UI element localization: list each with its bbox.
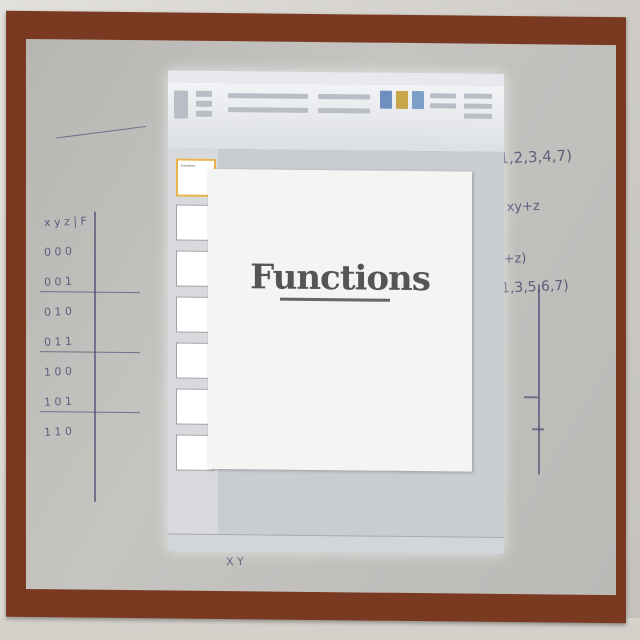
table-divider: [40, 291, 140, 294]
board-mark: [538, 284, 540, 475]
handwriting: x y z | F: [43, 214, 88, 230]
font-controls[interactable]: [228, 107, 308, 113]
status-bar: [168, 533, 504, 554]
handwriting: X Y: [225, 554, 245, 569]
slide-title: Functions: [250, 257, 430, 300]
thumbnail-title: Functions: [181, 163, 196, 168]
current-slide[interactable]: Functions: [208, 168, 472, 472]
handwriting: 0 0 0: [43, 244, 73, 259]
whiteboard: x y z | F 0 0 0 0 0 1 0 1 0 0 1 1 1 0 0 …: [26, 38, 616, 596]
table-divider: [94, 211, 96, 502]
table-divider: [40, 351, 140, 354]
find-button[interactable]: [464, 93, 492, 99]
paste-button[interactable]: [174, 90, 188, 119]
title-underline: [280, 297, 390, 302]
shape-outline-button[interactable]: [430, 103, 456, 109]
ribbon-button[interactable]: [196, 100, 212, 107]
handwriting: 0 1 0: [43, 304, 73, 319]
select-button[interactable]: [464, 113, 492, 119]
shape-fill-button[interactable]: [430, 93, 456, 99]
handwriting: 0 1 1: [43, 334, 73, 349]
board-mark: [524, 396, 538, 398]
whiteboard-frame: x y z | F 0 0 0 0 0 1 0 1 0 0 1 1 1 0 0 …: [6, 10, 626, 624]
replace-button[interactable]: [464, 103, 492, 109]
board-mark: [532, 428, 544, 430]
board-mark: [56, 125, 146, 139]
handwriting: 0 0 1: [43, 274, 73, 289]
quick-styles-button[interactable]: [412, 91, 424, 110]
paragraph-controls[interactable]: [318, 94, 370, 100]
ribbon: [168, 82, 504, 153]
handwriting: 1 1 0: [43, 424, 73, 439]
paragraph-controls[interactable]: [318, 108, 370, 114]
handwriting: 1 0 0: [43, 364, 73, 379]
shapes-button[interactable]: [380, 90, 392, 109]
arrange-button[interactable]: [396, 90, 408, 109]
ribbon-button[interactable]: [196, 90, 212, 97]
handwriting: 1 0 1: [43, 394, 73, 409]
ribbon-button[interactable]: [196, 110, 212, 117]
font-controls[interactable]: [228, 93, 308, 99]
table-divider: [40, 411, 140, 414]
